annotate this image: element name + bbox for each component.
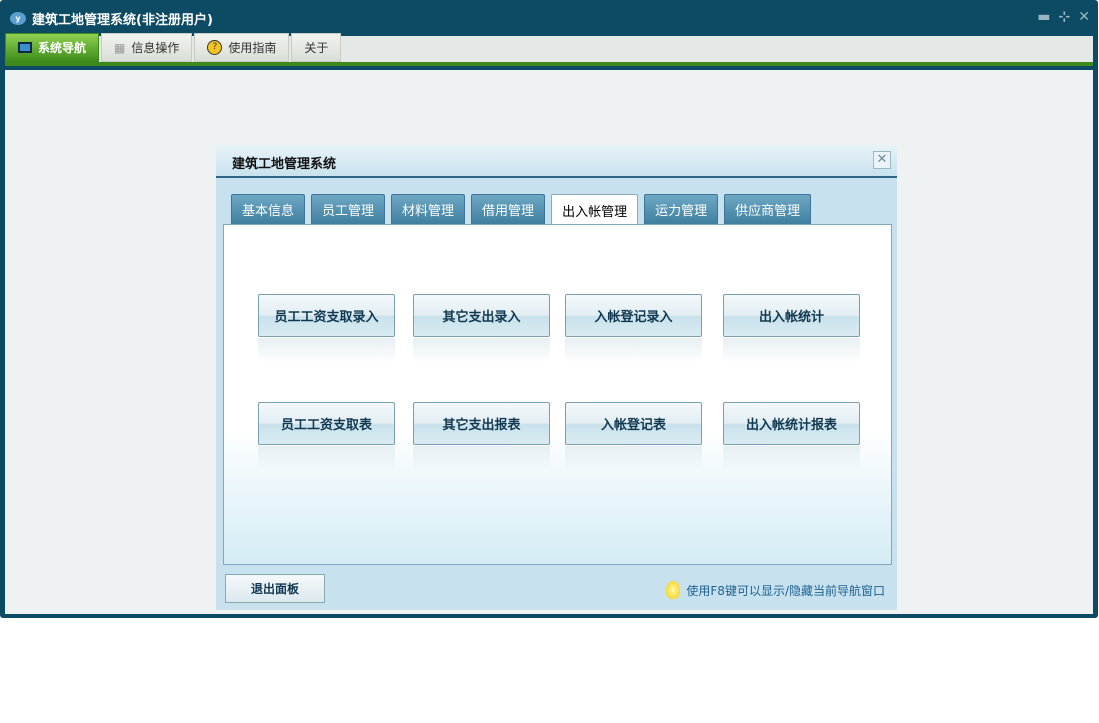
help-icon: ? [207,40,223,55]
reflection [258,446,395,471]
io-stats-report-button[interactable]: 出入帐统计报表 [723,402,860,445]
window-title: 建筑工地管理系统(非注册用户) [32,12,213,28]
tab-label: 系统导航 [38,41,87,55]
tab-borrow[interactable]: 借用管理 [471,194,546,224]
dialog-tabs: 基本信息 员工管理 材料管理 借用管理 出入帐管理 运力管理 供应商管理 [231,194,812,225]
tab-transport[interactable]: 运力管理 [644,194,719,224]
grid-icon: ▦ [114,40,126,55]
lightbulb-icon [666,581,681,599]
reflection [565,338,702,363]
tab-label: 关于 [304,41,329,55]
tab-staff[interactable]: 员工管理 [311,194,386,224]
reflection [413,446,550,471]
tab-material[interactable]: 材料管理 [391,194,466,224]
reflection [258,338,395,363]
io-stats-button[interactable]: 出入帐统计 [723,294,860,337]
dialog-title: 建筑工地管理系统 [232,157,337,172]
tab-system-nav[interactable]: 系统导航 [5,33,100,62]
tab-accounts[interactable]: 出入帐管理 [551,194,639,225]
nav-dialog: 建筑工地管理系统 ✕ 基本信息 员工管理 材料管理 借用管理 出入帐管理 运力管… [216,145,897,610]
tab-panel: 员工工资支取录入 其它支出录入 入帐登记录入 出入帐统计 员工工资支取表 其它支… [223,224,892,565]
other-expense-report-button[interactable]: 其它支出报表 [413,402,550,445]
tab-about[interactable]: 关于 [291,33,342,62]
tab-label: 信息操作 [131,41,180,55]
minimize-icon[interactable]: ▬ [1037,9,1050,25]
reflection [413,338,550,363]
reflection [723,446,860,471]
close-icon[interactable]: ✕ [1078,9,1090,25]
wage-report-button[interactable]: 员工工资支取表 [258,402,395,445]
app-logo-icon: y [10,11,26,25]
tab-basic-info[interactable]: 基本信息 [231,194,306,224]
tab-label: 使用指南 [228,41,277,55]
tab-guide[interactable]: ? 使用指南 [194,33,290,62]
dialog-close-icon[interactable]: ✕ [873,151,891,169]
reflection [723,338,860,363]
tab-suppliers[interactable]: 供应商管理 [724,194,812,224]
income-entry-button[interactable]: 入帐登记录入 [565,294,702,337]
income-report-button[interactable]: 入帐登记表 [565,402,702,445]
tab-info-ops[interactable]: ▦ 信息操作 [101,33,193,62]
title-bar: y 建筑工地管理系统(非注册用户) ▬ ⊹ ✕ [0,0,1098,36]
wage-entry-button[interactable]: 员工工资支取录入 [258,294,395,337]
hint: 使用F8键可以显示/隐藏当前导航窗口 [666,581,885,599]
reflection [565,446,702,471]
toolbar: 系统导航 ▦ 信息操作 ? 使用指南 关于 [5,33,1093,66]
hint-text: 使用F8键可以显示/隐藏当前导航窗口 [686,583,885,598]
dialog-header: 建筑工地管理系统 ✕ [216,145,897,178]
restore-icon[interactable]: ⊹ [1059,9,1071,25]
exit-panel-button[interactable]: 退出面板 [225,574,325,603]
other-expense-entry-button[interactable]: 其它支出录入 [413,294,550,337]
monitor-icon [18,42,32,53]
